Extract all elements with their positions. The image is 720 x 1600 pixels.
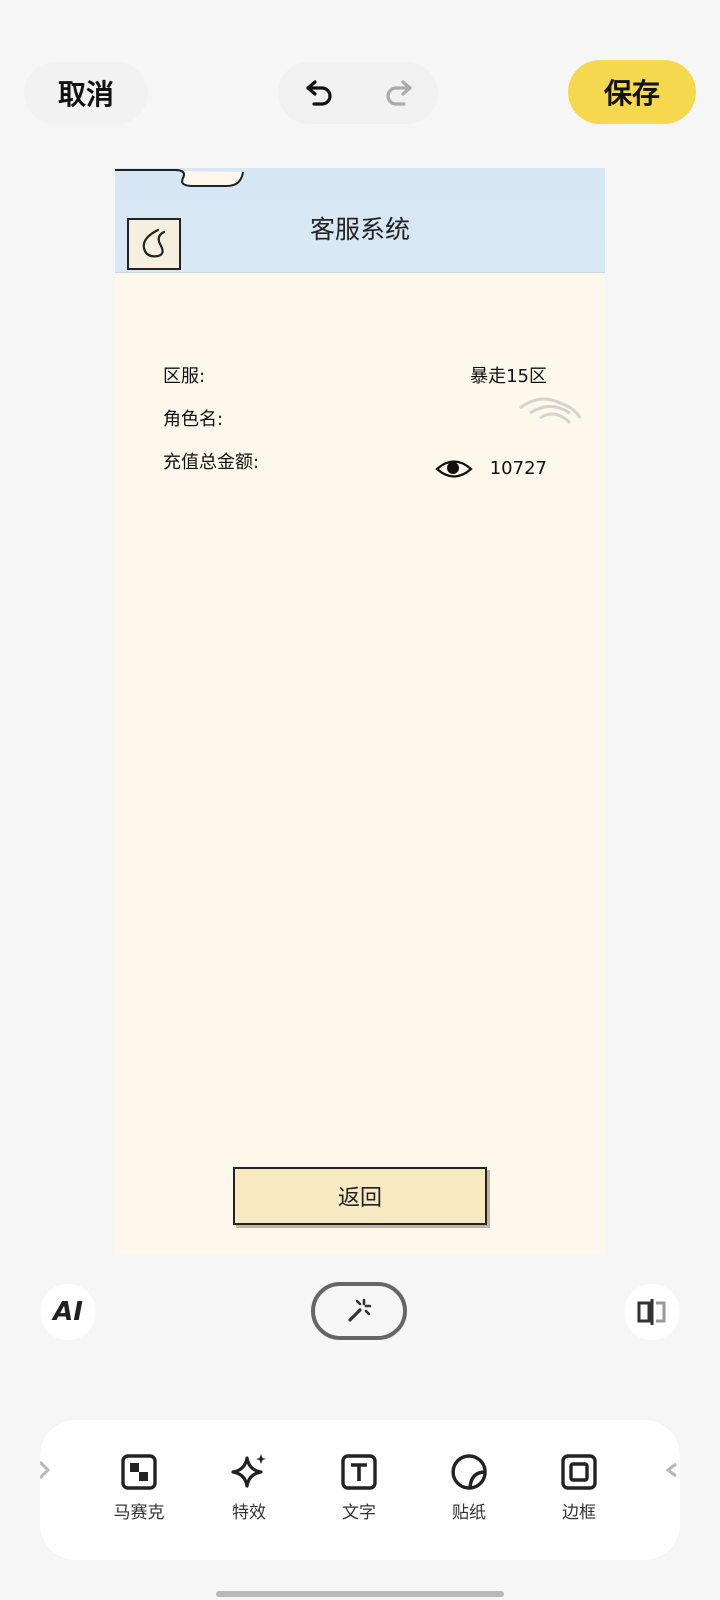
undo-icon[interactable] <box>300 73 340 113</box>
page-title: 客服系统 <box>309 215 410 244</box>
recharge-total-label: 充值总金额: <box>163 452 260 473</box>
home-indicator[interactable] <box>216 1591 504 1597</box>
tool-mosaic[interactable]: 马赛克 <box>94 1452 184 1523</box>
magic-wand-button[interactable] <box>311 1282 407 1340</box>
compare-button[interactable] <box>624 1284 680 1340</box>
magic-wand-icon <box>348 1298 372 1322</box>
server-label: 区服: <box>163 366 206 387</box>
tool-sticker[interactable]: 贴纸 <box>424 1452 514 1523</box>
sticker-icon <box>451 1454 487 1490</box>
return-button: 返回 <box>233 1167 487 1225</box>
tool-mosaic-label: 马赛克 <box>113 1503 165 1523</box>
redo-icon[interactable] <box>378 73 418 113</box>
edit-canvas[interactable]: 客服系统 区服: 暴走15区 角色名: 充值总金额: 10727 返回 <box>115 168 605 1255</box>
recharge-total-value: 10727 <box>489 458 547 479</box>
tool-text-label: 文字 <box>342 1503 376 1523</box>
partial-tool-right[interactable] <box>658 1456 680 1500</box>
cancel-button[interactable]: 取消 <box>24 62 148 124</box>
undo-redo-group <box>278 62 438 124</box>
tool-frame-label: 边框 <box>562 1503 596 1523</box>
text-icon <box>341 1454 377 1490</box>
ai-button[interactable]: AI <box>40 1284 96 1340</box>
sparkle-icon <box>231 1454 266 1488</box>
tool-effects-label: 特效 <box>232 1503 266 1523</box>
cloud-decoration <box>115 169 244 187</box>
tool-effects[interactable]: 特效 <box>204 1452 294 1523</box>
mosaic-icon <box>121 1454 157 1490</box>
compare-icon <box>637 1299 666 1325</box>
frame-icon <box>561 1454 597 1490</box>
tool-text[interactable]: 文字 <box>314 1452 404 1523</box>
partial-tool-left[interactable] <box>40 1456 64 1500</box>
bottom-toolbar: 马赛克 特效 文字 贴纸 边框 <box>40 1420 680 1560</box>
role-name-label: 角色名: <box>163 409 224 430</box>
canvas-header: 客服系统 <box>115 168 605 273</box>
tool-frame[interactable]: 边框 <box>534 1452 624 1523</box>
server-value: 暴走15区 <box>470 366 547 387</box>
scribble-mark <box>519 397 582 425</box>
tool-sticker-label: 贴纸 <box>452 1503 486 1523</box>
save-button[interactable]: 保存 <box>568 60 696 124</box>
